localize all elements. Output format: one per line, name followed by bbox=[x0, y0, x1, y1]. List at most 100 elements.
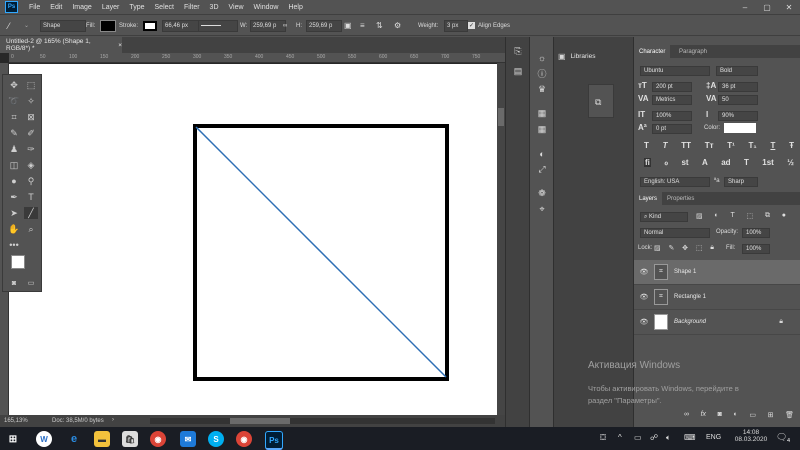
baseline-shift-field[interactable]: 0 pt bbox=[652, 124, 692, 134]
menu-view[interactable]: View bbox=[224, 4, 249, 11]
filter-adjustment-icon[interactable]: ◐ bbox=[714, 212, 718, 220]
adjustments-icon[interactable]: ◐ bbox=[535, 147, 549, 160]
font-size-field[interactable]: 200 pt bbox=[652, 82, 692, 92]
strikethrough-button[interactable]: Ŧ bbox=[789, 141, 794, 150]
status-arrow-icon[interactable]: › bbox=[112, 417, 114, 423]
network-icon[interactable]: ☍ bbox=[650, 433, 658, 442]
tool-mode-select[interactable]: Shape bbox=[40, 19, 86, 32]
minimize-button[interactable]: – bbox=[734, 0, 756, 14]
wunderlist-icon[interactable]: W bbox=[36, 431, 52, 447]
close-button[interactable]: ✕ bbox=[778, 0, 800, 14]
path-arrangement-icon[interactable]: ⇅ bbox=[376, 20, 383, 31]
swatches-icon[interactable]: ▦ bbox=[535, 123, 549, 136]
chrome-icon[interactable]: ◉ bbox=[150, 431, 166, 447]
eyedropper-icon[interactable]: ✎ bbox=[7, 127, 21, 139]
underline-button[interactable]: T bbox=[770, 141, 775, 150]
tab-layers[interactable]: Layers bbox=[634, 192, 663, 205]
menu-help[interactable]: Help bbox=[283, 4, 307, 11]
edge-browser-icon[interactable]: e bbox=[66, 431, 82, 447]
path-operations-icon[interactable]: ▣ bbox=[344, 20, 352, 31]
menu-file[interactable]: File bbox=[24, 4, 45, 11]
quick-mask-icon[interactable]: ◙ bbox=[7, 277, 21, 289]
lasso-tool-icon[interactable]: ➰ bbox=[7, 95, 21, 107]
lock-artboard-icon[interactable]: ⬚ bbox=[696, 244, 703, 252]
layer-row-background[interactable]: 👁︎ Background 🔒︎ bbox=[634, 310, 800, 335]
color-panel-icon[interactable]: ▦ bbox=[535, 107, 549, 120]
horizontal-scale-field[interactable]: 90% bbox=[718, 111, 758, 121]
dodge-tool-icon[interactable]: ⚲ bbox=[24, 175, 38, 187]
tab-character[interactable]: Character bbox=[634, 45, 671, 58]
lock-transparent-icon[interactable]: ▨ bbox=[654, 244, 661, 252]
path-alignment-icon[interactable]: ≡ bbox=[360, 20, 365, 31]
keyboard-icon[interactable]: ⌨ bbox=[684, 433, 696, 442]
gear-icon[interactable]: ⚙ bbox=[394, 20, 401, 31]
store-icon[interactable]: 🛍︎ bbox=[122, 431, 138, 447]
more-tools-icon[interactable]: ••• bbox=[7, 239, 21, 251]
tool-preset-chevron-icon[interactable]: ⌄ bbox=[24, 20, 29, 31]
lock-all-icon[interactable]: 🔒︎ bbox=[710, 244, 714, 252]
new-group-icon[interactable]: ▭ bbox=[749, 411, 756, 419]
document-tab[interactable]: Untitled-2 @ 165% (Shape 1, RGB/8*) * × bbox=[0, 37, 122, 53]
filter-type-icon[interactable]: T bbox=[730, 212, 734, 220]
blend-mode-select[interactable]: Normal bbox=[640, 228, 710, 238]
info-icon[interactable]: ⓘ bbox=[535, 67, 549, 80]
layer-row-shape-1[interactable]: 👁︎ ⌗ Shape 1 bbox=[634, 260, 800, 285]
menu-select[interactable]: Select bbox=[150, 4, 179, 11]
lock-position-icon[interactable]: ✥ bbox=[682, 244, 688, 252]
history-icon[interactable]: ⎘ bbox=[511, 45, 525, 58]
brushes-icon[interactable]: ♛ bbox=[535, 83, 549, 96]
eye-icon[interactable]: 👁︎ bbox=[637, 318, 651, 326]
close-tab-icon[interactable]: × bbox=[118, 42, 122, 49]
transform-icon[interactable]: ⌖ bbox=[535, 203, 549, 216]
windows-start-icon[interactable]: ⊞ bbox=[5, 431, 21, 447]
line-shape[interactable] bbox=[195, 126, 447, 378]
adjustment-layer-icon[interactable]: ◐ bbox=[734, 411, 738, 419]
tray-chevron-icon[interactable]: ^ bbox=[618, 433, 622, 442]
stroke-swatch[interactable] bbox=[143, 20, 157, 31]
ligatures-button[interactable]: fi bbox=[644, 158, 651, 167]
all-caps-button[interactable]: TT bbox=[681, 141, 691, 150]
height-field[interactable]: 259,69 p bbox=[306, 19, 342, 32]
maximize-button[interactable]: ▢ bbox=[756, 0, 778, 14]
fractions-button[interactable]: ½ bbox=[787, 158, 794, 167]
link-layers-icon[interactable]: ∞ bbox=[684, 411, 689, 419]
glyphs-icon[interactable]: ⧉ bbox=[595, 97, 601, 108]
menu-image[interactable]: Image bbox=[67, 4, 96, 11]
fill-field[interactable]: 100% bbox=[742, 244, 770, 254]
screen-mode-icon[interactable]: ▭ bbox=[24, 277, 38, 289]
eye-icon[interactable]: 👁︎ bbox=[637, 293, 651, 301]
document-canvas[interactable] bbox=[9, 64, 497, 415]
history-brush-icon[interactable]: ✑ bbox=[24, 143, 38, 155]
channels-icon[interactable]: ❁ bbox=[535, 187, 549, 200]
faux-italic-button[interactable]: T bbox=[663, 141, 668, 150]
superscript-button[interactable]: T¹ bbox=[727, 141, 735, 150]
document-info[interactable]: Doc: 38,5M/0 bytes bbox=[52, 418, 104, 424]
line-tool-icon[interactable]: ⁄ bbox=[8, 20, 10, 31]
layer-row-rectangle-1[interactable]: 👁︎ ⌗ Rectangle 1 bbox=[634, 285, 800, 310]
blur-tool-icon[interactable]: ● bbox=[7, 175, 21, 187]
titling-button[interactable]: T bbox=[744, 158, 749, 167]
libraries-tab[interactable]: ▣ Libraries bbox=[558, 52, 596, 61]
pen-tool-icon[interactable]: ✒ bbox=[7, 191, 21, 203]
menu-3d[interactable]: 3D bbox=[205, 4, 224, 11]
tracking-field[interactable]: 50 bbox=[718, 95, 758, 105]
text-color-swatch[interactable] bbox=[724, 123, 756, 133]
type-tool-icon[interactable]: T bbox=[24, 191, 38, 203]
discretionary-ligatures-button[interactable]: st bbox=[681, 158, 688, 167]
crop-tool-icon[interactable]: ⌗ bbox=[7, 111, 21, 123]
hand-tool-icon[interactable]: ✋ bbox=[7, 223, 21, 235]
leading-field[interactable]: 36 pt bbox=[718, 82, 758, 92]
swash-button[interactable]: A bbox=[702, 158, 708, 167]
layer-filter-select[interactable]: ⌕ Kind bbox=[640, 212, 688, 222]
align-edges-checkbox[interactable]: ✓ bbox=[468, 22, 475, 29]
fx-icon[interactable]: fx bbox=[701, 411, 706, 419]
scrollbar-thumb[interactable] bbox=[498, 108, 504, 126]
filter-shape-icon[interactable]: ⬚ bbox=[747, 212, 754, 220]
menu-filter[interactable]: Filter bbox=[179, 4, 205, 11]
photoshop-taskbar-icon[interactable]: Ps bbox=[265, 431, 283, 450]
eraser-tool-icon[interactable]: ◫ bbox=[7, 159, 21, 171]
language-select[interactable]: English: USA bbox=[640, 177, 710, 187]
link-icon[interactable]: ∞ bbox=[283, 20, 287, 31]
photoshop-logo[interactable]: Ps bbox=[5, 1, 18, 13]
zoom-level[interactable]: 165,13% bbox=[4, 418, 28, 424]
